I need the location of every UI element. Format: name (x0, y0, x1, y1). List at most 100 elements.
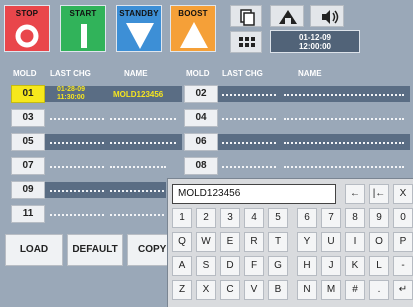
key-w[interactable]: W (196, 232, 216, 252)
empty-date-placeholder (50, 118, 104, 120)
key-6[interactable]: 6 (297, 208, 317, 228)
key-f[interactable]: F (244, 256, 264, 276)
key-h[interactable]: H (297, 256, 317, 276)
standby-triangle-down-icon (126, 23, 154, 49)
key-c[interactable]: C (220, 280, 240, 300)
key-7[interactable]: 7 (321, 208, 341, 228)
empty-name-placeholder (284, 94, 404, 96)
col-header-lastchg-right: LAST CHG (222, 69, 263, 78)
mold-button-04[interactable]: 04 (184, 109, 218, 127)
key-u[interactable]: U (321, 232, 341, 252)
key-4[interactable]: 4 (244, 208, 264, 228)
sound-button[interactable] (310, 5, 344, 27)
key-k[interactable]: K (345, 256, 365, 276)
start-icon (81, 24, 87, 48)
start-button[interactable]: START (60, 5, 106, 52)
key-j[interactable]: J (321, 256, 341, 276)
key-e[interactable]: E (220, 232, 240, 252)
col-header-lastchg-left: LAST CHG (50, 69, 91, 78)
empty-date-placeholder (50, 190, 104, 192)
mold-button-08[interactable]: 08 (184, 157, 218, 175)
mold-button-06[interactable]: 06 (184, 133, 218, 151)
key-m[interactable]: M (321, 280, 341, 300)
mold-button-07[interactable]: 07 (11, 157, 45, 175)
enter-key[interactable]: ↵ (393, 280, 413, 300)
copy-pages-button[interactable] (230, 5, 262, 27)
key-2[interactable]: 2 (196, 208, 216, 228)
col-header-mold-left: MOLD (13, 69, 37, 78)
mold-icon (279, 10, 297, 24)
key-p[interactable]: P (393, 232, 413, 252)
keyboard-text-input[interactable]: MOLD123456 (172, 184, 336, 204)
empty-date-placeholder (50, 166, 104, 168)
empty-name-placeholder (284, 118, 404, 120)
backspace-key[interactable]: ← (345, 184, 365, 204)
mold-name: MOLD123456 (113, 90, 164, 99)
key-8[interactable]: 8 (345, 208, 365, 228)
key-5[interactable]: 5 (268, 208, 288, 228)
last-change-date: 01-28-09 (57, 86, 86, 93)
empty-name-placeholder (110, 190, 164, 192)
key-period[interactable]: . (369, 280, 389, 300)
stop-button[interactable]: STOP (4, 5, 50, 52)
mold-icon-button[interactable] (270, 5, 304, 27)
key-b[interactable]: B (268, 280, 288, 300)
load-button[interactable]: LOAD (5, 234, 63, 266)
close-keyboard-key[interactable]: X (393, 184, 413, 204)
key-a[interactable]: A (172, 256, 192, 276)
empty-date-placeholder (222, 118, 276, 120)
key-hash[interactable]: # (345, 280, 365, 300)
key-i[interactable]: I (345, 232, 365, 252)
key-l[interactable]: L (369, 256, 389, 276)
empty-date-placeholder (222, 166, 276, 168)
clear-start-key[interactable]: |← (369, 184, 389, 204)
empty-name-placeholder (284, 166, 404, 168)
keypad-button[interactable] (230, 31, 262, 53)
key-r[interactable]: R (244, 232, 264, 252)
clock-date: 01-12-09 (298, 33, 332, 42)
empty-date-placeholder (222, 142, 276, 144)
empty-name-placeholder (284, 142, 404, 144)
empty-name-placeholder (110, 118, 176, 120)
mold-button-03[interactable]: 03 (11, 109, 45, 127)
standby-button[interactable]: STANDBY (116, 5, 162, 52)
mold-button-05[interactable]: 05 (11, 133, 45, 151)
mold-button-02[interactable]: 02 (184, 85, 218, 103)
key-o[interactable]: O (369, 232, 389, 252)
col-header-mold-right: MOLD (186, 69, 210, 78)
keypad-grid-icon (239, 37, 255, 47)
empty-name-placeholder (110, 166, 166, 168)
stop-icon (15, 24, 39, 48)
key-t[interactable]: T (268, 232, 288, 252)
key-q[interactable]: Q (172, 232, 192, 252)
last-change-time: 11:30:00 (57, 94, 85, 101)
empty-date-placeholder (50, 214, 104, 216)
default-button[interactable]: DEFAULT (67, 234, 123, 266)
boost-button[interactable]: BOOST (170, 5, 216, 52)
key-v[interactable]: V (244, 280, 264, 300)
copy-pages-icon (240, 9, 255, 26)
mold-button-11[interactable]: 11 (11, 205, 45, 223)
key-0[interactable]: 0 (393, 208, 413, 228)
key-dash[interactable]: - (393, 256, 413, 276)
key-3[interactable]: 3 (220, 208, 240, 228)
key-n[interactable]: N (297, 280, 317, 300)
mold-button-01[interactable]: 01 (11, 85, 45, 103)
key-9[interactable]: 9 (369, 208, 389, 228)
key-y[interactable]: Y (297, 232, 317, 252)
empty-name-placeholder (110, 214, 164, 216)
key-1[interactable]: 1 (172, 208, 192, 228)
clock-display: 01-12-09 12:00:00 (270, 30, 360, 53)
on-screen-keyboard: MOLD123456 ← |← X 1 2 3 4 5 6 7 8 9 0 Q … (167, 178, 413, 307)
key-z[interactable]: Z (172, 280, 192, 300)
empty-date-placeholder (50, 142, 104, 144)
key-s[interactable]: S (196, 256, 216, 276)
col-header-name-right: NAME (298, 69, 322, 78)
empty-name-placeholder (110, 142, 176, 144)
key-g[interactable]: G (268, 256, 288, 276)
mold-button-09[interactable]: 09 (11, 181, 45, 199)
key-d[interactable]: D (220, 256, 240, 276)
boost-triangle-up-icon (180, 22, 208, 48)
key-x[interactable]: X (196, 280, 216, 300)
speaker-icon (322, 10, 339, 24)
